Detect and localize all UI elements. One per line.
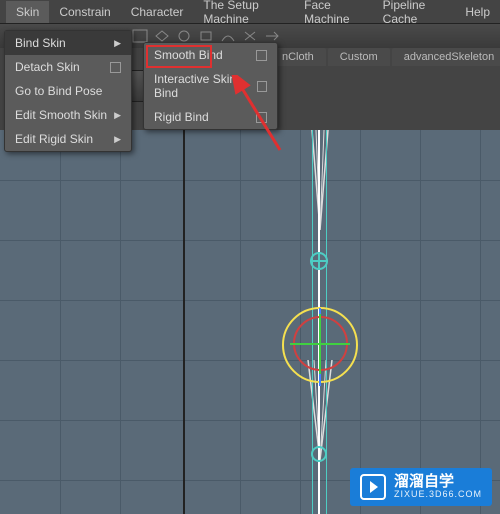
grid-line — [0, 300, 500, 301]
submenu-arrow-icon: ▶ — [114, 134, 121, 145]
axis-y — [319, 314, 321, 374]
menu-item-interactive-skin-bind[interactable]: Interactive Skin Bind — [144, 67, 277, 105]
grid-line — [0, 180, 500, 181]
menu-character[interactable]: Character — [121, 1, 194, 23]
grid-line — [0, 240, 500, 241]
grid-axis — [183, 130, 185, 514]
watermark-title: 溜溜自学 — [394, 474, 482, 491]
menu-item-smooth-bind[interactable]: Smooth Bind — [144, 43, 277, 67]
shelf-tabs: nCloth Custom advancedSkeleton — [270, 48, 500, 66]
watermark: 溜溜自学 ZIXUE.3D66.COM — [350, 468, 492, 506]
grid-line — [60, 130, 61, 514]
menu-item-rigid-bind[interactable]: Rigid Bind — [144, 105, 277, 129]
bind-skin-submenu: Smooth Bind Interactive Skin Bind Rigid … — [143, 42, 278, 130]
viewport[interactable] — [0, 130, 500, 514]
menu-label: Edit Rigid Skin — [15, 132, 93, 146]
submenu-arrow-icon: ▶ — [114, 38, 121, 49]
submenu-arrow-icon: ▶ — [114, 110, 121, 121]
menu-face-machine[interactable]: Face Machine — [294, 0, 373, 30]
skin-submenu: Bind Skin ▶ Detach Skin Go to Bind Pose … — [4, 30, 132, 152]
menu-item-edit-rigid-skin[interactable]: Edit Rigid Skin ▶ — [5, 127, 131, 151]
shelf-tab-advanced[interactable]: advancedSkeleton — [392, 48, 500, 66]
grid-line — [240, 130, 241, 514]
menu-skin[interactable]: Skin — [6, 1, 49, 23]
watermark-subtitle: ZIXUE.3D66.COM — [394, 490, 482, 500]
grid-line — [0, 420, 500, 421]
option-box-icon[interactable] — [110, 62, 121, 73]
option-box-icon[interactable] — [257, 81, 267, 92]
option-box-icon[interactable] — [256, 112, 267, 123]
joint-icon[interactable] — [311, 446, 327, 462]
joint-icon[interactable] — [310, 252, 328, 270]
menu-label: Go to Bind Pose — [15, 84, 102, 98]
menu-item-goto-bind-pose[interactable]: Go to Bind Pose — [5, 79, 131, 103]
menu-label: Interactive Skin Bind — [154, 72, 257, 100]
menu-label: Bind Skin — [15, 36, 66, 50]
grid-line — [120, 130, 121, 514]
menu-label: Smooth Bind — [154, 48, 223, 62]
menu-constrain[interactable]: Constrain — [49, 1, 120, 23]
option-box-icon[interactable] — [256, 50, 267, 61]
menu-item-edit-smooth-skin[interactable]: Edit Smooth Skin ▶ — [5, 103, 131, 127]
menu-item-bind-skin[interactable]: Bind Skin ▶ — [5, 31, 131, 55]
menu-bar: Skin Constrain Character The Setup Machi… — [0, 0, 500, 24]
menu-setup-machine[interactable]: The Setup Machine — [193, 0, 294, 30]
shelf-tab-ncloth[interactable]: nCloth — [270, 48, 326, 66]
menu-label: Rigid Bind — [154, 110, 209, 124]
grid-line — [360, 130, 361, 514]
grid-line — [420, 130, 421, 514]
menu-pipeline-cache[interactable]: Pipeline Cache — [373, 0, 456, 30]
grid-line — [480, 130, 481, 514]
menu-label: Detach Skin — [15, 60, 80, 74]
menu-label: Edit Smooth Skin — [15, 108, 107, 122]
play-icon — [360, 474, 386, 500]
menu-help[interactable]: Help — [455, 1, 500, 23]
grid-line — [0, 360, 500, 361]
shelf-tab-custom[interactable]: Custom — [328, 48, 390, 66]
menu-item-detach-skin[interactable]: Detach Skin — [5, 55, 131, 79]
